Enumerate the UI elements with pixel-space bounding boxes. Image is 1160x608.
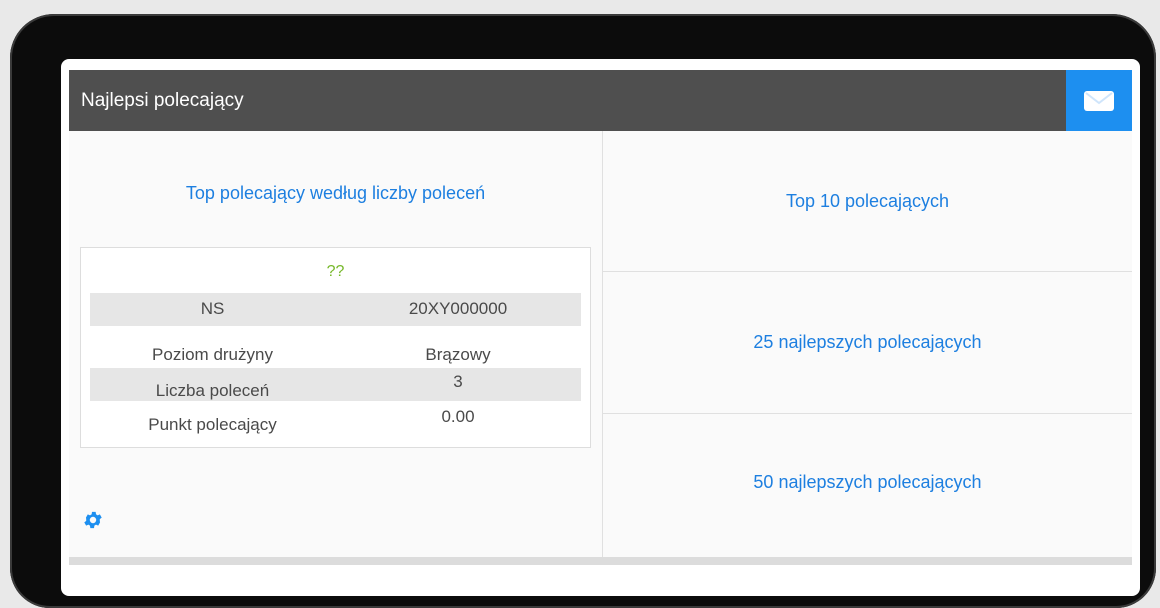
table-row-referral-points: Punkt polecający 0.00 <box>90 404 581 437</box>
row-value: 0.00 <box>441 407 475 426</box>
widget-title: Najlepsi polecający <box>81 90 244 111</box>
top-referrers-widget: Najlepsi polecający Top polecający wedłu… <box>69 70 1132 565</box>
tablet-frame: Najlepsi polecający Top polecający wedłu… <box>10 14 1156 608</box>
referrer-name: ?? <box>326 263 345 280</box>
row-value: Brązowy <box>425 345 491 364</box>
referrer-card: ?? NS 20XY000000 Poziom drużyny Brązowy … <box>80 247 591 448</box>
table-row-team-level: Poziom drużyny Brązowy <box>90 332 581 365</box>
row-label: Punkt polecający <box>148 415 277 434</box>
top-referrers-by-count-link[interactable]: Top polecający według liczby poleceń <box>69 183 602 204</box>
mail-button[interactable] <box>1066 70 1132 131</box>
row-value: 3 <box>453 372 463 391</box>
row-label: Poziom drużyny <box>152 345 273 364</box>
envelope-icon <box>1084 91 1114 111</box>
row-label: NS <box>200 299 225 318</box>
tablet-screen: Najlepsi polecający Top polecający wedłu… <box>61 59 1140 596</box>
widget-footer-strip <box>69 557 1132 565</box>
top-25-link[interactable]: 25 najlepszych polecających <box>603 272 1132 414</box>
row-value: 20XY000000 <box>408 299 508 318</box>
top-50-link[interactable]: 50 najlepszych polecających <box>603 414 1132 557</box>
right-pane: Top 10 polecających 25 najlepszych polec… <box>603 131 1132 557</box>
gear-icon[interactable] <box>82 509 104 531</box>
top-10-link[interactable]: Top 10 polecających <box>603 131 1132 272</box>
table-row-ns: NS 20XY000000 <box>90 293 581 326</box>
row-label: Liczba poleceń <box>155 381 270 400</box>
table-row-referral-count: Liczba poleceń 3 <box>90 368 581 401</box>
widget-header: Najlepsi polecający <box>69 70 1132 131</box>
left-pane: Top polecający według liczby poleceń ?? … <box>69 131 603 557</box>
